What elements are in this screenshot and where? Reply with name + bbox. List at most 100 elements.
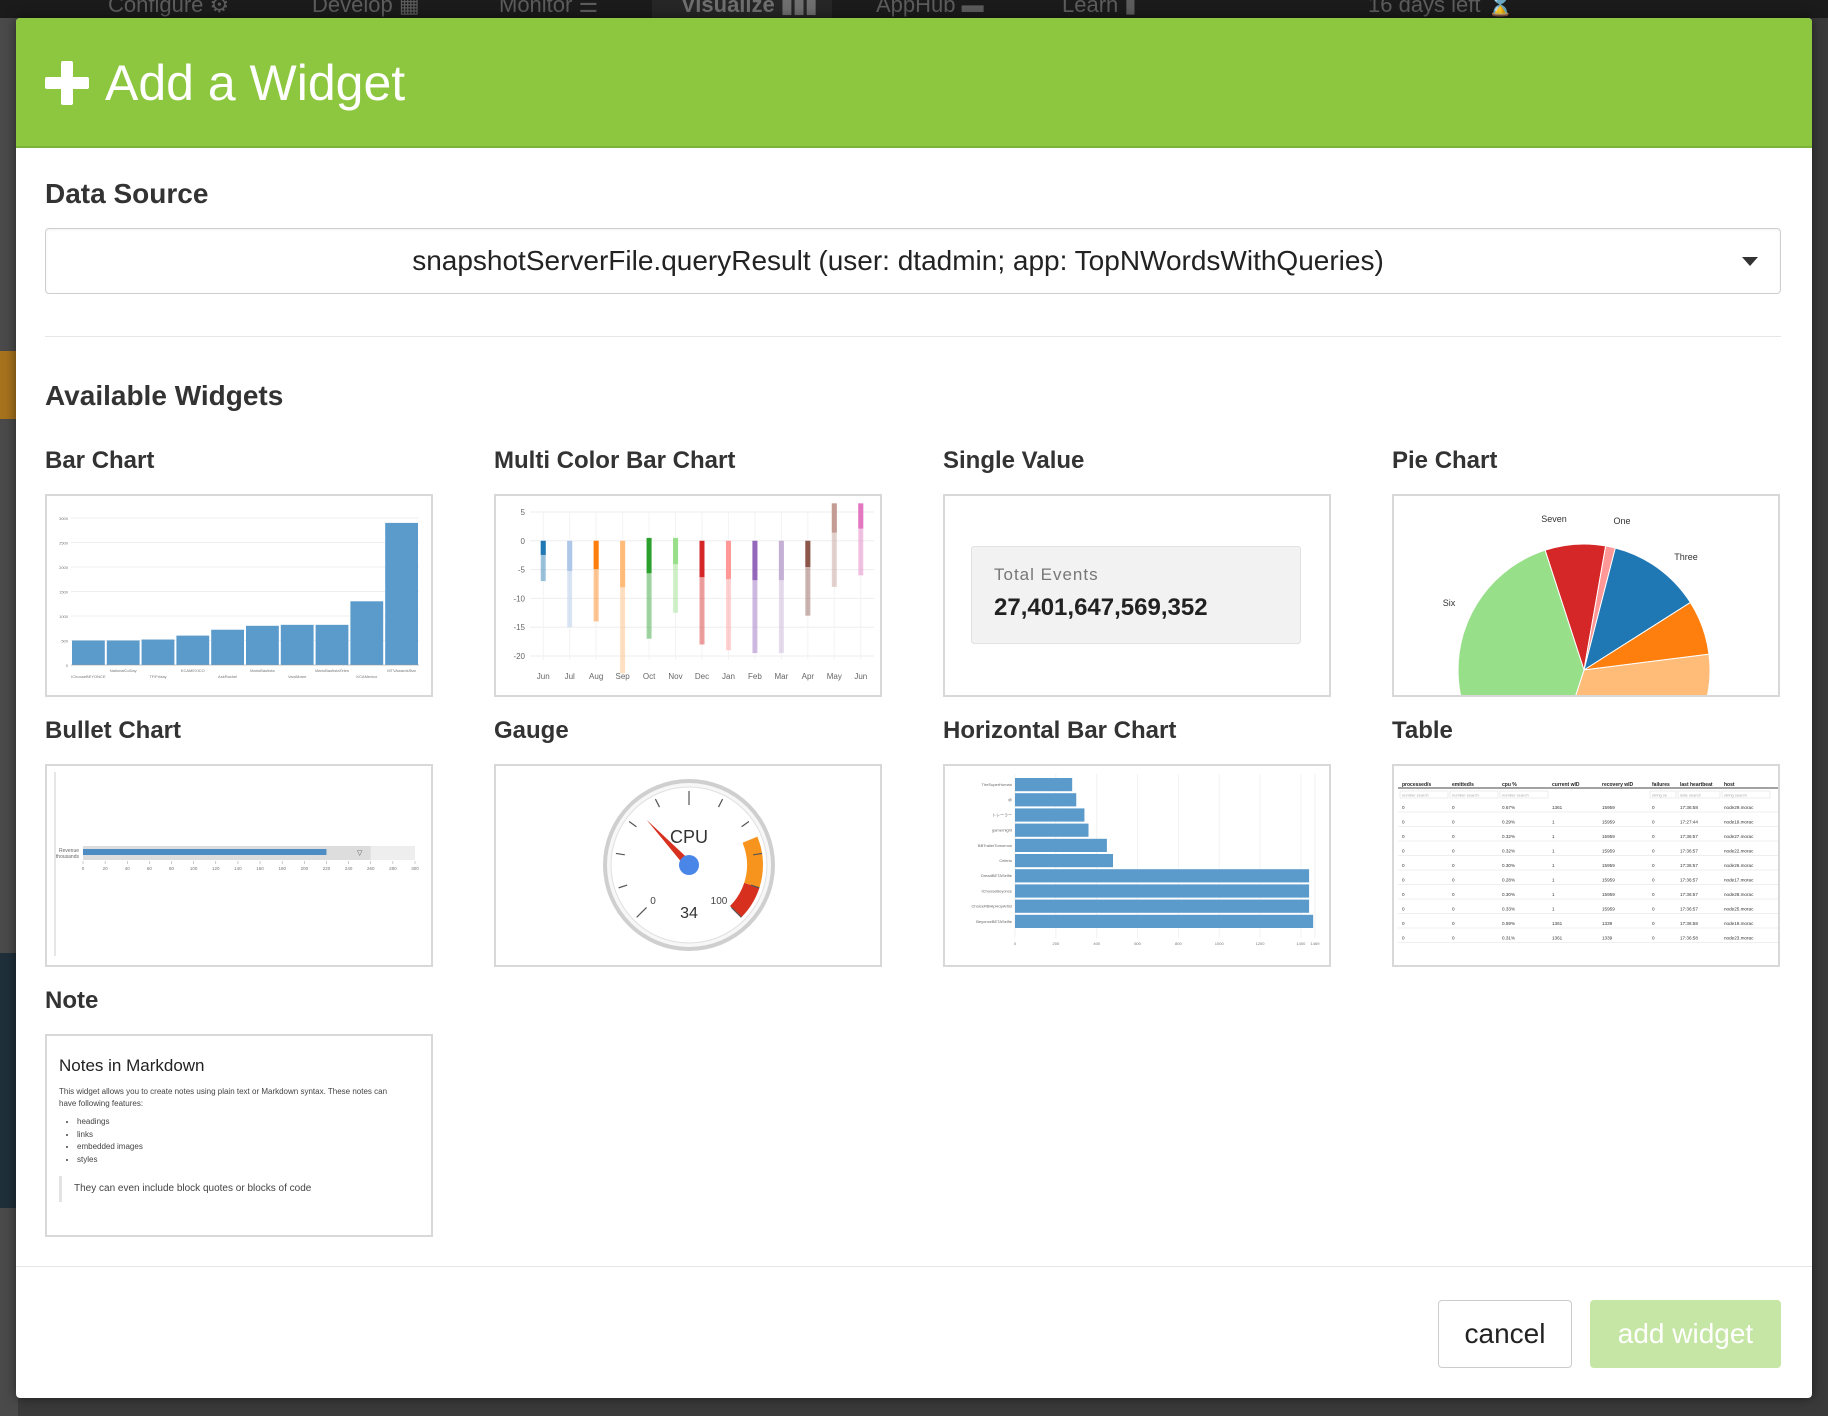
table-cell: 0 (1452, 805, 1455, 810)
table-header-cell: emitted/s (1452, 782, 1474, 788)
table-cell: 0 (1402, 878, 1405, 883)
widget-label-bar-chart: Bar Chart (45, 447, 155, 474)
hbar-category-label: DreadBETASelfie (981, 873, 1013, 878)
mc-bar-segment (567, 540, 573, 572)
note-bullet: links (77, 1129, 143, 1142)
hbar-category-label: IChooseBeyonce (982, 888, 1013, 893)
table-cell: 0 (1452, 878, 1455, 883)
table-preview: processed/s emitted/s cpu % current wID reco… (1398, 782, 1778, 943)
bullet-tick-label: 20 (103, 866, 109, 871)
table-cell: 1339 (1602, 921, 1613, 926)
bar-ytick-label: 2000 (59, 565, 69, 570)
table-cell: 0 (1652, 892, 1655, 897)
table-cell: 0 (1452, 820, 1455, 825)
gauge-max-label: 100 (711, 896, 728, 907)
hbar-category-label: @ (1008, 797, 1012, 802)
table-cell: 0.31% (1502, 936, 1515, 941)
widget-table[interactable]: processed/s emitted/s cpu % current wID reco… (1392, 764, 1780, 967)
nav-develop[interactable]: Develop ▦ (312, 0, 420, 18)
data-source-label: Data Source (45, 178, 209, 209)
table-cell: 0 (1652, 805, 1655, 810)
widget-horizontal-bar-chart[interactable]: 0 200 400 600 800 1000 1200 1400 1469 TheSuperHum… (943, 764, 1331, 967)
pie-slice-label: Seven (1541, 514, 1567, 524)
table-cell: 15959 (1602, 834, 1615, 839)
bar-mark (106, 640, 140, 665)
bar-xtick-label: AskRachel (218, 674, 237, 679)
bar-ytick-label: 1500 (59, 590, 69, 595)
table-cell: node19.morac (1724, 820, 1754, 825)
widget-multi-color-bar-chart[interactable]: 5 0 -5 -10 -15 -20 Jun Jul Aug Sep Oct Nov Dec Jan Feb… (494, 494, 882, 697)
hbar-xtick-label: 200 (1053, 941, 1060, 946)
hbar-category-label: gamernight (992, 828, 1013, 833)
hbar-bar (1015, 884, 1310, 898)
widget-bar-chart[interactable]: 3000 2500 2000 1500 1000 500 0 NationalCoDay KCA… (45, 494, 433, 697)
hbar-xtick-label: 1000 (1215, 941, 1225, 946)
table-filter-placeholder: number search (1402, 793, 1429, 798)
table-cell: 0 (1452, 834, 1455, 839)
table-cell: 1 (1552, 834, 1555, 839)
mc-bar-segment (752, 540, 758, 581)
mc-ytick-label: -15 (513, 623, 525, 632)
table-header-cell: failures (1652, 782, 1670, 788)
bar-mark (141, 639, 175, 665)
mc-bar-segment (725, 540, 731, 580)
note-paragraph: This widget allows you to create notes u… (59, 1086, 419, 1110)
table-cell: 0 (1652, 878, 1655, 883)
bar-mark (72, 640, 105, 665)
bar-mark (385, 522, 418, 665)
bullet-tick-label: 220 (323, 866, 331, 871)
hbar-bar (1015, 854, 1114, 868)
gauge-value: 34 (680, 905, 698, 922)
table-cell: 0 (1402, 820, 1405, 825)
table-cell: 1339 (1602, 936, 1613, 941)
widget-gauge[interactable]: CPU 34 0 100 (494, 764, 882, 967)
widget-bullet-chart[interactable]: Revenue thousands ▽ 0 20 40 60 80 100 120 140 160 18… (45, 764, 433, 967)
bar-xtick-label: MarioBautistaTeles (315, 668, 349, 673)
bar-ytick-label: 3000 (59, 516, 69, 521)
hbar-category-label: BeyonceBETASelfie (976, 919, 1012, 924)
single-value-card: Total Events 27,401,647,569,352 (971, 546, 1301, 644)
data-source-select[interactable]: snapshotServerFile.queryResult (user: dt… (45, 228, 1781, 294)
hbar-category-label: トレーラー (992, 811, 1012, 817)
nav-apphub[interactable]: AppHub ▬ (876, 0, 984, 18)
table-cell: 1361 (1552, 936, 1563, 941)
bar-mark (211, 629, 244, 665)
mc-xtick-label: Jul (565, 672, 575, 681)
note-blockquote: They can even include block quotes or bl… (59, 1176, 311, 1202)
table-cell: 0 (1402, 834, 1405, 839)
footer-divider (16, 1266, 1812, 1267)
nav-visualize[interactable]: Visualize ▮▮▮ (681, 0, 817, 18)
table-cell: 17:36:57 (1680, 849, 1698, 854)
table-cell: node23.morac (1724, 936, 1754, 941)
bar-mark (280, 624, 314, 665)
table-cell: 0 (1402, 921, 1405, 926)
widget-label-horizontal-bar-chart: Horizontal Bar Chart (943, 717, 1177, 744)
nav-configure[interactable]: Configure ⚙ (108, 0, 229, 18)
table-cell: node29.morac (1724, 805, 1754, 810)
pie-chart-preview: Seven One Three Six (1443, 514, 1711, 695)
widget-note[interactable]: Notes in Markdown This widget allows you… (45, 1034, 433, 1237)
table-cell: 0 (1402, 892, 1405, 897)
table-cell: 0 (1452, 849, 1455, 854)
bullet-tick-label: 200 (301, 866, 309, 871)
mc-ytick-label: 0 (521, 537, 526, 546)
widget-single-value[interactable]: Total Events 27,401,647,569,352 (943, 494, 1331, 697)
hbar-xtick-label: 800 (1175, 941, 1182, 946)
table-cell: 15959 (1602, 820, 1615, 825)
hbar-xtick-label: 400 (1093, 941, 1100, 946)
hbar-bar (1015, 869, 1310, 883)
bar-xtick-label: MarioBautista (250, 668, 275, 673)
hbar-category-label: BBTrailerTomorrow (978, 843, 1012, 848)
mc-xtick-label: Oct (643, 672, 656, 681)
nav-learn[interactable]: Learn ▮ (1062, 0, 1137, 18)
table-cell: 1 (1552, 863, 1555, 868)
bar-xtick-label: NationalCoDay (110, 668, 137, 673)
add-widget-button[interactable]: add widget (1590, 1300, 1781, 1368)
cancel-button[interactable]: cancel (1438, 1300, 1572, 1368)
nav-monitor[interactable]: Monitor ☰ (499, 0, 598, 18)
mc-bar-segment (540, 540, 546, 555)
mc-xtick-label: Dec (695, 672, 709, 681)
table-cell: 0 (1652, 936, 1655, 941)
widget-pie-chart[interactable]: Seven One Three Six (1392, 494, 1780, 697)
bar-xtick-label: IChooseBEYONCE (71, 674, 106, 679)
